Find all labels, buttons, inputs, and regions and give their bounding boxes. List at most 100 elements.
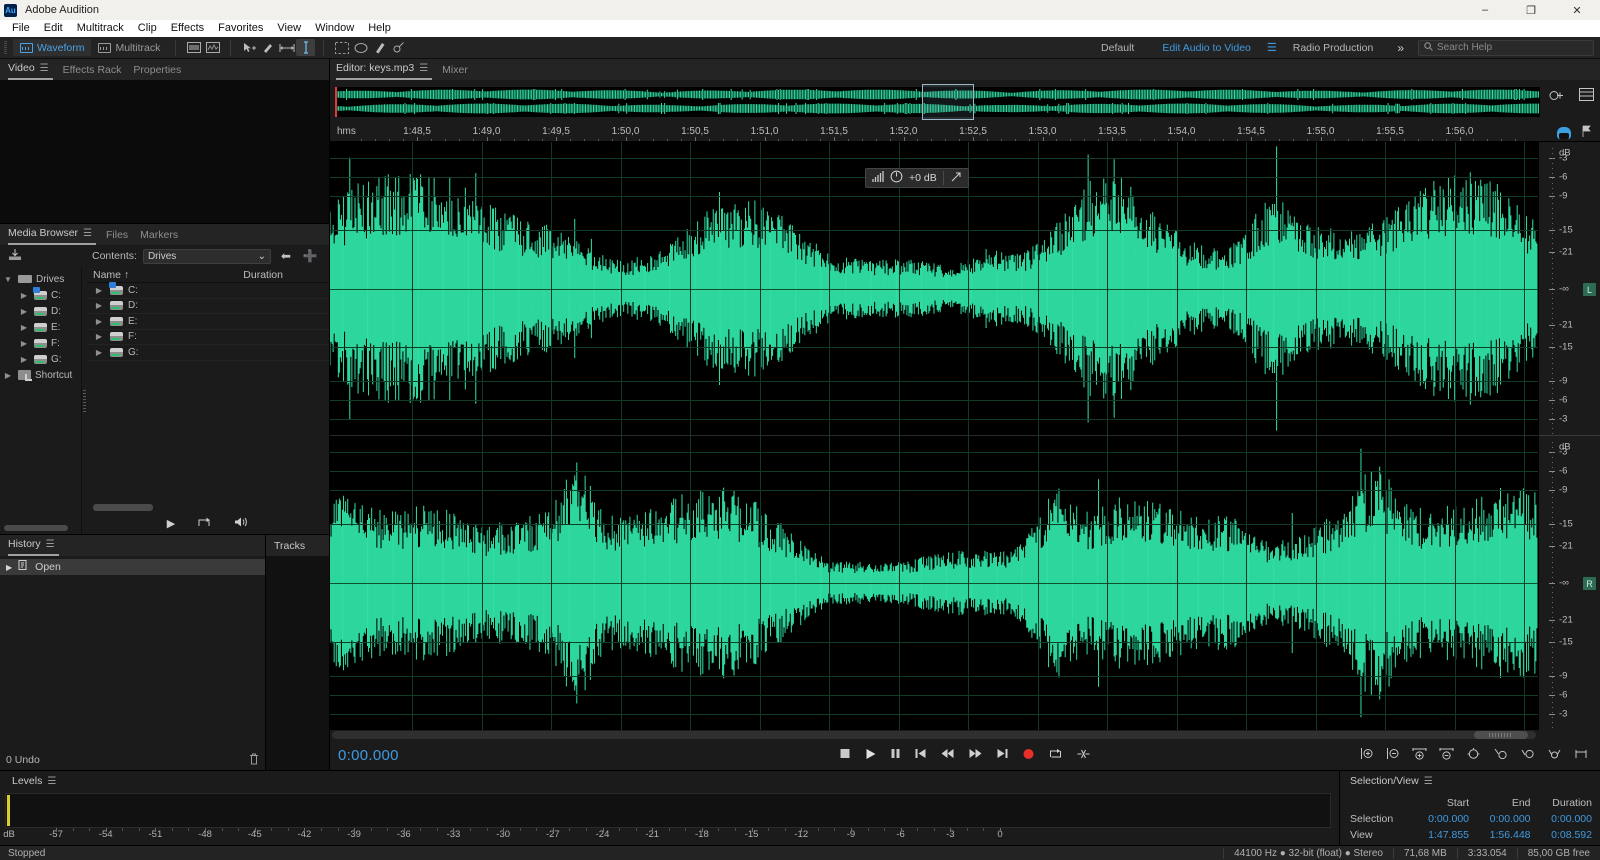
workspace-more-icon[interactable]: » bbox=[1387, 41, 1414, 55]
chevron-right-icon[interactable]: ▶ bbox=[18, 323, 30, 332]
chevron-right-icon[interactable]: ▶ bbox=[2, 371, 14, 380]
play-button[interactable] bbox=[865, 748, 877, 763]
tree-item-g[interactable]: ▶ G: bbox=[0, 351, 81, 367]
view-start[interactable]: 1:47.855 bbox=[1408, 827, 1469, 843]
menu-item-view[interactable]: View bbox=[270, 20, 308, 37]
view-end[interactable]: 1:56.448 bbox=[1469, 827, 1531, 843]
skip-to-end-button[interactable] bbox=[997, 748, 1009, 762]
chevron-right-icon[interactable]: ▶ bbox=[93, 348, 105, 357]
chevron-right-icon[interactable]: ▶ bbox=[93, 301, 105, 310]
tab-tracks[interactable]: Tracks bbox=[274, 540, 317, 556]
amplitude-scale[interactable]: dB -3 -6 -9 -15 -21 -∞ -21 -15 -9 -6 -3 LdB -3 -6 -9 -15… bbox=[1538, 142, 1600, 730]
zoom-to-selection-in-icon[interactable] bbox=[1493, 747, 1508, 763]
tab-levels[interactable]: Levels ☰ bbox=[12, 775, 68, 791]
list-item[interactable]: ▶ G: bbox=[87, 345, 329, 361]
chevron-right-icon[interactable]: ▶ bbox=[18, 291, 30, 300]
add-keyframe-icon[interactable] bbox=[1548, 88, 1565, 106]
gain-apply-icon[interactable] bbox=[950, 171, 962, 186]
auto-play-icon[interactable] bbox=[197, 516, 211, 531]
chevron-right-icon[interactable]: ▶ bbox=[18, 355, 30, 364]
levels-meter[interactable] bbox=[5, 793, 1331, 828]
waveform-channel-right[interactable] bbox=[330, 436, 1538, 730]
minimize-button[interactable]: – bbox=[1462, 0, 1508, 20]
lasso-selection-tool-icon[interactable] bbox=[351, 39, 370, 56]
chevron-right-icon[interactable]: ▶ bbox=[93, 317, 105, 326]
menu-item-help[interactable]: Help bbox=[361, 20, 398, 37]
marker-flag-icon[interactable] bbox=[1581, 125, 1592, 141]
chevron-right-icon[interactable]: ▶ bbox=[18, 339, 30, 348]
delete-history-icon[interactable] bbox=[249, 753, 259, 768]
column-header-name[interactable]: Name bbox=[93, 269, 121, 281]
multitrack-mode-button[interactable]: Multitrack bbox=[91, 39, 167, 56]
tab-markers[interactable]: Markers bbox=[140, 229, 190, 245]
view-duration[interactable]: 0:08.592 bbox=[1531, 827, 1592, 843]
history-panel-menu-icon[interactable]: ☰ bbox=[46, 539, 55, 550]
time-selection-tool-icon[interactable] bbox=[277, 39, 296, 56]
waveform-mode-button[interactable]: Waveform bbox=[13, 39, 92, 56]
preview-volume-icon[interactable] bbox=[233, 516, 249, 531]
list-item[interactable]: ▶ D: bbox=[87, 299, 329, 314]
tab-history[interactable]: History ☰ bbox=[8, 538, 59, 556]
record-button[interactable] bbox=[1023, 748, 1035, 763]
tab-properties[interactable]: Properties bbox=[133, 64, 193, 80]
chevron-right-icon[interactable]: ▶ bbox=[93, 286, 105, 295]
add-shortcut-icon[interactable]: ➕ bbox=[301, 249, 319, 263]
scroll-track[interactable] bbox=[332, 731, 1536, 739]
chevron-right-icon[interactable]: ▶ bbox=[93, 332, 105, 341]
search-help-input[interactable]: Search Help bbox=[1418, 39, 1594, 56]
tab-effects-rack[interactable]: Effects Rack bbox=[63, 64, 134, 80]
tree-item-shortcut[interactable]: ▶ Shortcut bbox=[0, 367, 81, 383]
maximize-button[interactable]: ❐ bbox=[1508, 0, 1554, 20]
overview-view-selector[interactable] bbox=[922, 84, 974, 120]
zoom-out-amplitude-icon[interactable] bbox=[1386, 747, 1400, 763]
zoom-in-time-icon[interactable] bbox=[1412, 747, 1427, 763]
menu-item-favorites[interactable]: Favorites bbox=[211, 20, 270, 37]
workspace-edit-audio-to-video[interactable]: Edit Audio to Video bbox=[1148, 42, 1265, 54]
channel-left-badge[interactable]: L bbox=[1583, 283, 1596, 296]
tree-horizontal-scrollbar[interactable] bbox=[4, 525, 68, 531]
waveform-canvas[interactable]: +0 dB bbox=[330, 142, 1538, 730]
video-panel-menu-icon[interactable]: ☰ bbox=[40, 63, 49, 74]
tab-mixer[interactable]: Mixer bbox=[442, 64, 480, 80]
list-item[interactable]: ▶ Open bbox=[0, 559, 265, 575]
preview-play-icon[interactable]: ▶ bbox=[167, 517, 175, 530]
skip-selection-button[interactable] bbox=[1077, 748, 1091, 763]
tree-item-drives[interactable]: ▼ Drives bbox=[0, 271, 81, 287]
marquee-selection-tool-icon[interactable] bbox=[332, 39, 351, 56]
stop-button[interactable] bbox=[840, 748, 851, 762]
editor-panel-menu-icon[interactable]: ☰ bbox=[419, 63, 428, 74]
zoom-to-selection-icon[interactable] bbox=[1547, 747, 1562, 763]
panel-layout-icon[interactable] bbox=[1579, 88, 1594, 106]
paintbrush-selection-tool-icon[interactable] bbox=[370, 39, 389, 56]
slip-tool-icon[interactable] bbox=[258, 39, 277, 56]
tab-selection-view[interactable]: Selection/View ☰ bbox=[1350, 775, 1445, 791]
tab-media-browser[interactable]: Media Browser ☰ bbox=[8, 227, 96, 245]
pause-button[interactable] bbox=[891, 748, 901, 762]
levels-panel-menu-icon[interactable]: ☰ bbox=[47, 776, 56, 787]
tree-item-d[interactable]: ▶ D: bbox=[0, 303, 81, 319]
zoom-to-fit-icon[interactable] bbox=[1574, 747, 1588, 763]
tree-item-c[interactable]: ▶ C: bbox=[0, 286, 81, 303]
skip-to-start-button[interactable] bbox=[915, 748, 927, 762]
contents-dropdown[interactable]: Drives ⌄ bbox=[142, 248, 271, 264]
menu-item-clip[interactable]: Clip bbox=[131, 20, 164, 37]
move-tool-icon[interactable] bbox=[239, 39, 258, 56]
workspace-radio-production[interactable]: Radio Production bbox=[1279, 42, 1388, 54]
channel-right-badge[interactable]: R bbox=[1583, 577, 1596, 590]
toolbar-grip[interactable] bbox=[4, 40, 7, 55]
selection-end[interactable]: 0:00.000 bbox=[1469, 811, 1531, 827]
column-header-duration[interactable]: Duration bbox=[243, 269, 283, 281]
waveform-overview[interactable] bbox=[330, 80, 1600, 124]
tab-files[interactable]: Files bbox=[106, 229, 140, 245]
zoom-out-time-icon[interactable] bbox=[1439, 747, 1454, 763]
fast-forward-button[interactable] bbox=[969, 748, 983, 762]
waveform-display[interactable]: +0 dB dB -3 -6 -9 -15 -21 -∞ -21 -15 -9 -6 -3 Ld bbox=[330, 142, 1600, 730]
menu-item-effects[interactable]: Effects bbox=[164, 20, 211, 37]
tree-item-e[interactable]: ▶ E: bbox=[0, 319, 81, 335]
tab-video[interactable]: Video ☰ bbox=[8, 62, 53, 80]
zoom-out-full-icon[interactable] bbox=[1466, 747, 1481, 763]
list-item[interactable]: ▶ E: bbox=[87, 314, 329, 330]
tab-editor[interactable]: Editor: keys.mp3 ☰ bbox=[336, 62, 433, 80]
tree-item-f[interactable]: ▶ F: bbox=[0, 335, 81, 351]
menu-item-file[interactable]: File bbox=[5, 20, 37, 37]
